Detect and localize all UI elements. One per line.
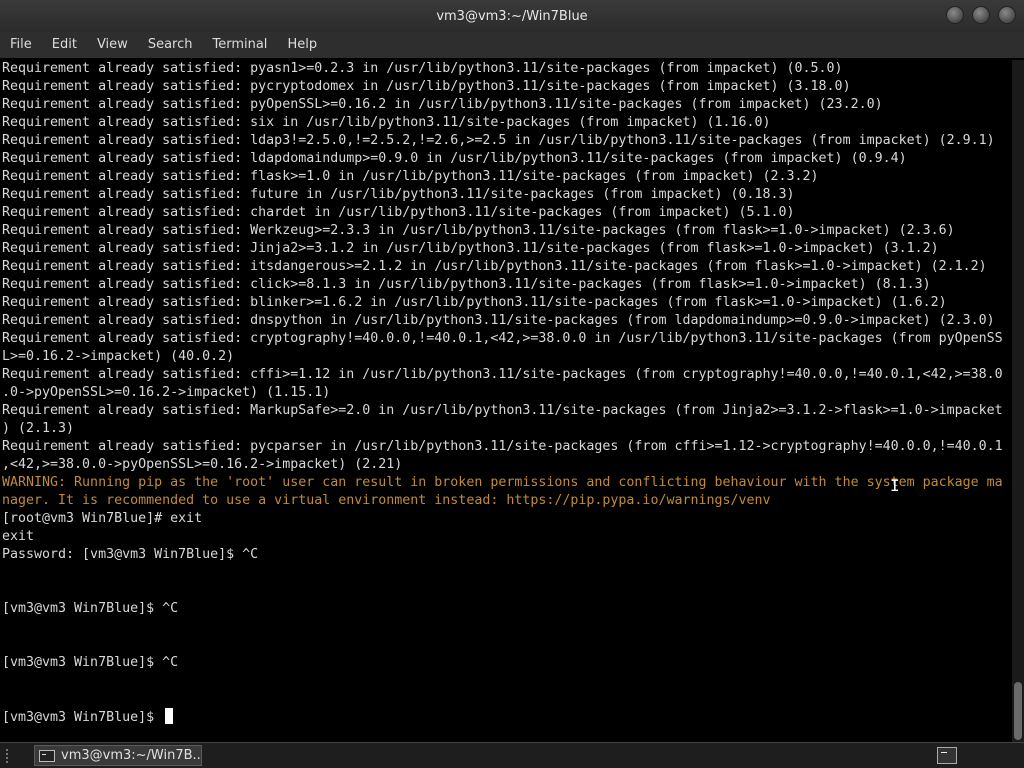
menu-search[interactable]: Search	[138, 32, 203, 58]
terminal-line: [root@vm3 Win7Blue]# exit	[2, 510, 1012, 528]
terminal-line-text: Requirement already satisfied: Jinja2>=3…	[2, 241, 939, 256]
minimize-button[interactable]	[946, 6, 964, 24]
terminal-output[interactable]: Requirement already satisfied: pyasn1>=0…	[0, 60, 1012, 742]
taskbar-task-label: vm3@vm3:~/Win7B...	[61, 748, 202, 763]
terminal-line: Requirement already satisfied: Jinja2>=3…	[2, 240, 1012, 258]
text-cursor	[165, 708, 174, 724]
terminal-line-text: Requirement already satisfied: chardet i…	[2, 205, 795, 220]
taskbar-terminal-button[interactable]: vm3@vm3:~/Win7B...	[34, 745, 202, 766]
terminal-line-text: ,<42,>=38.0.0->pyOpenSSL>=0.16.2->impack…	[2, 457, 403, 472]
terminal-line: .0->pyOpenSSL>=0.16.2->impacket) (1.15.1…	[2, 384, 1012, 402]
terminal-line-text: Requirement already satisfied: pycparser…	[2, 439, 1003, 454]
window-titlebar[interactable]: vm3@vm3:~/Win7Blue	[0, 0, 1024, 32]
terminal-line: WARNING: Running pip as the 'root' user …	[2, 474, 1012, 492]
terminal-line: [vm3@vm3 Win7Blue]$ ^C	[2, 600, 1012, 618]
terminal-line: Requirement already satisfied: chardet i…	[2, 204, 1012, 222]
taskbar-handle[interactable]	[6, 749, 28, 763]
terminal-line: Requirement already satisfied: MarkupSaf…	[2, 402, 1012, 420]
terminal-line: Requirement already satisfied: itsdanger…	[2, 258, 1012, 276]
terminal-line-text: Requirement already satisfied: future in…	[2, 187, 795, 202]
terminal-line-text: .0->pyOpenSSL>=0.16.2->impacket) (1.15.1…	[2, 385, 331, 400]
window-title: vm3@vm3:~/Win7Blue	[436, 8, 588, 24]
terminal-line-text: [vm3@vm3 Win7Blue]$ ^C	[2, 655, 179, 670]
terminal-line-text: Requirement already satisfied: ldap3!=2.…	[2, 133, 995, 148]
terminal-line-text: WARNING: Running pip as the 'root' user …	[2, 475, 1003, 490]
terminal-line-text: Requirement already satisfied: click>=8.…	[2, 277, 931, 292]
terminal-line-text: Requirement already satisfied: flask>=1.…	[2, 169, 819, 184]
terminal-line-text: Requirement already satisfied: Werkzeug>…	[2, 223, 955, 238]
terminal-line: Requirement already satisfied: pycparser…	[2, 438, 1012, 456]
terminal-line: L>=0.16.2->impacket) (40.0.2)	[2, 348, 1012, 366]
scrollbar-thumb[interactable]	[1014, 682, 1022, 740]
terminal-line: ) (2.1.3)	[2, 420, 1012, 438]
terminal-line: ,<42,>=38.0.0->pyOpenSSL>=0.16.2->impack…	[2, 456, 1012, 474]
terminal-line-text: ) (2.1.3)	[2, 421, 75, 436]
menu-bar: File Edit View Search Terminal Help	[0, 32, 1024, 58]
terminal-line-text: L>=0.16.2->impacket) (40.0.2)	[2, 349, 235, 364]
terminal-line: [vm3@vm3 Win7Blue]$ ^C	[2, 654, 1012, 672]
terminal-line: Requirement already satisfied: pyOpenSSL…	[2, 96, 1012, 114]
taskbar: vm3@vm3:~/Win7B...	[0, 742, 1024, 768]
menu-help[interactable]: Help	[277, 32, 327, 58]
terminal-scrollbar[interactable]	[1012, 60, 1024, 742]
terminal-line-text: Requirement already satisfied: blinker>=…	[2, 295, 947, 310]
terminal-line-text: Requirement already satisfied: cffi>=1.1…	[2, 367, 1003, 382]
terminal-line-text: Requirement already satisfied: pycryptod…	[2, 79, 851, 94]
terminal-line: Requirement already satisfied: blinker>=…	[2, 294, 1012, 312]
window-controls	[946, 6, 1016, 24]
terminal-line-text: Requirement already satisfied: cryptogra…	[2, 331, 1003, 346]
terminal-line: Requirement already satisfied: six in /u…	[2, 114, 1012, 132]
terminal-line-text: Password: [vm3@vm3 Win7Blue]$ ^C	[2, 547, 259, 562]
terminal-line: Requirement already satisfied: dnspython…	[2, 312, 1012, 330]
terminal-line: Requirement already satisfied: pyasn1>=0…	[2, 60, 1012, 78]
terminal-line-text: Requirement already satisfied: ldapdomai…	[2, 151, 907, 166]
terminal-line-text: nager. It is recommended to use a virtua…	[2, 493, 771, 508]
close-button[interactable]	[998, 6, 1016, 24]
terminal-line: Requirement already satisfied: future in…	[2, 186, 1012, 204]
maximize-button[interactable]	[972, 6, 990, 24]
menu-file[interactable]: File	[0, 32, 42, 58]
terminal-line-text: Requirement already satisfied: pyOpenSSL…	[2, 97, 883, 112]
mouse-ibeam-cursor: I	[890, 476, 900, 495]
terminal-line-text: Requirement already satisfied: pyasn1>=0…	[2, 61, 843, 76]
terminal-line-text: Requirement already satisfied: six in /u…	[2, 115, 771, 130]
terminal-line: Requirement already satisfied: click>=8.…	[2, 276, 1012, 294]
terminal-line-text: Requirement already satisfied: MarkupSaf…	[2, 403, 1003, 418]
terminal-line-text: [vm3@vm3 Win7Blue]$	[2, 710, 163, 725]
terminal-line: Password: [vm3@vm3 Win7Blue]$ ^C	[2, 546, 1012, 564]
terminal-line: Requirement already satisfied: flask>=1.…	[2, 168, 1012, 186]
terminal-line: Requirement already satisfied: ldap3!=2.…	[2, 132, 1012, 150]
terminal-line: Requirement already satisfied: cryptogra…	[2, 330, 1012, 348]
terminal-line: [vm3@vm3 Win7Blue]$	[2, 708, 1012, 726]
terminal-line: Requirement already satisfied: ldapdomai…	[2, 150, 1012, 168]
terminal-line-text: Requirement already satisfied: dnspython…	[2, 313, 995, 328]
terminal-line: Requirement already satisfied: cffi>=1.1…	[2, 366, 1012, 384]
terminal-line-text: [root@vm3 Win7Blue]# exit	[2, 511, 203, 526]
terminal-icon	[39, 749, 55, 762]
tray-terminal-icon[interactable]	[937, 747, 957, 764]
terminal-line-text: exit	[2, 529, 35, 544]
terminal-line-text: Requirement already satisfied: itsdanger…	[2, 259, 987, 274]
menu-view[interactable]: View	[87, 32, 138, 58]
menu-edit[interactable]: Edit	[42, 32, 87, 58]
terminal-line: nager. It is recommended to use a virtua…	[2, 492, 1012, 510]
menu-terminal[interactable]: Terminal	[202, 32, 277, 58]
terminal-line-text: [vm3@vm3 Win7Blue]$ ^C	[2, 601, 179, 616]
terminal-line: exit	[2, 528, 1012, 546]
terminal-line: Requirement already satisfied: pycryptod…	[2, 78, 1012, 96]
terminal-line: Requirement already satisfied: Werkzeug>…	[2, 222, 1012, 240]
